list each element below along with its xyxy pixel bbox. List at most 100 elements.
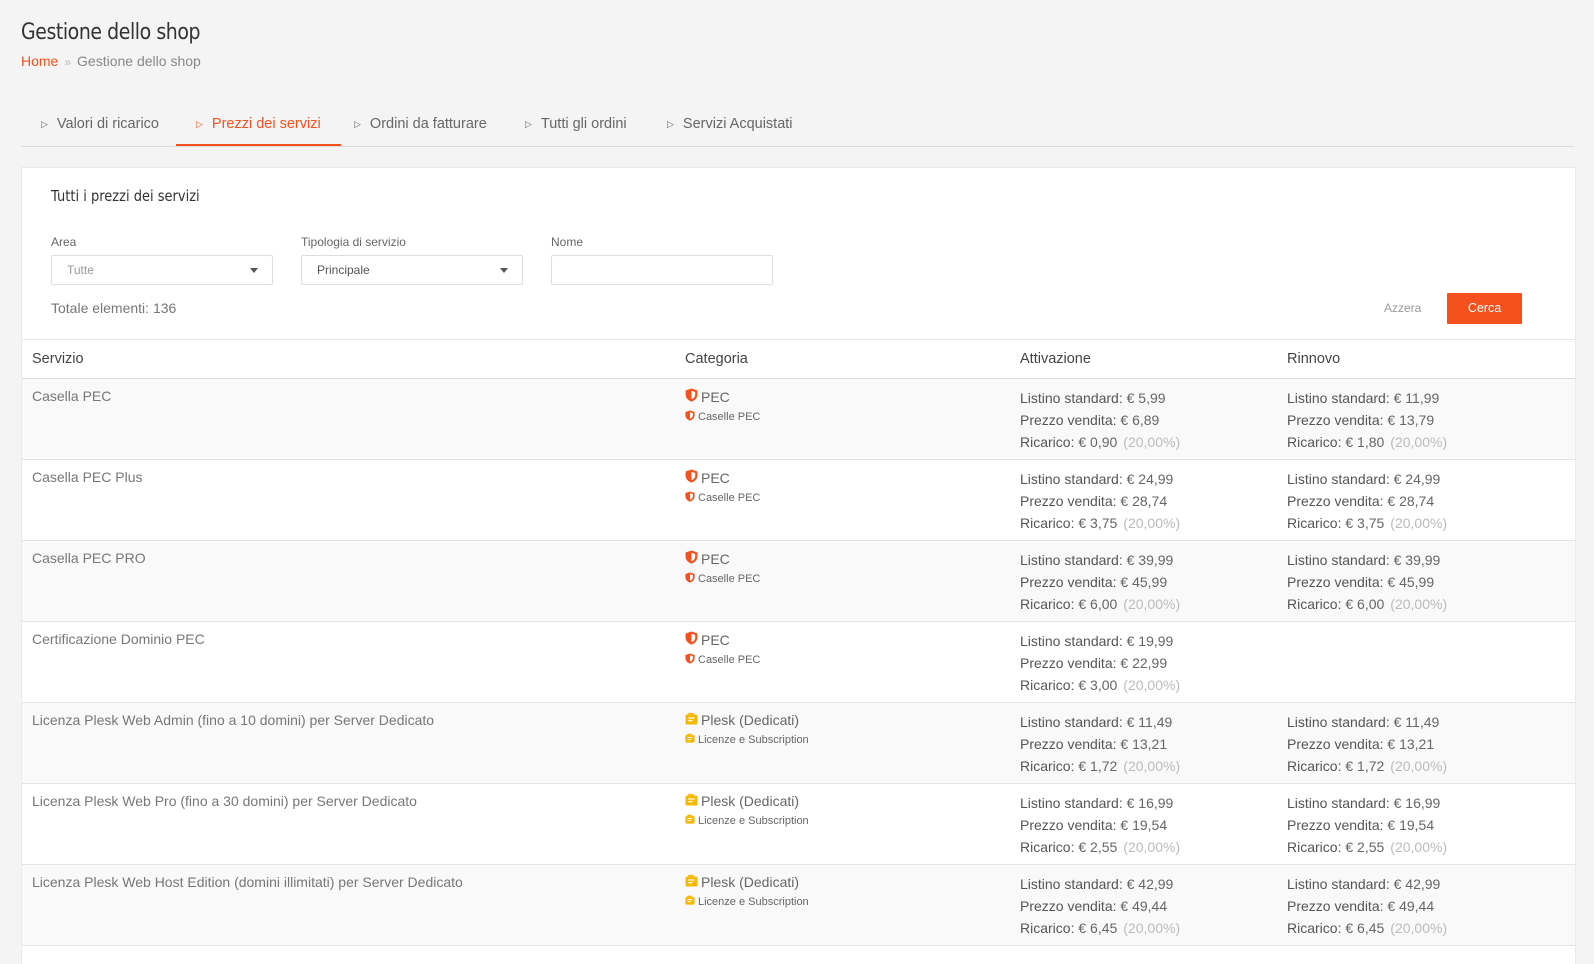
shield-icon [685, 410, 695, 424]
price-label: Ricarico: [1020, 433, 1075, 450]
tab-tutti-gli-ordini[interactable]: ▷ Tutti gli ordini [505, 104, 647, 144]
tab-label: Ordini da fatturare [369, 116, 487, 132]
tab-label: Valori di ricarico [56, 116, 159, 132]
service-name[interactable]: Licenza Plesk Web Host Edition (domini i… [32, 874, 463, 890]
cell-servizio: Licenza Plesk Web Pro (fino a 30 domini)… [22, 783, 675, 865]
breadcrumb-home-link[interactable]: Home [21, 53, 58, 69]
nome-field[interactable] [551, 255, 773, 285]
price-value: € 24,99 [1393, 471, 1441, 487]
tab-ordini-da-fatturare[interactable]: ▷ Ordini da fatturare [334, 104, 507, 144]
price-value: € 45,99 [1387, 573, 1435, 590]
table-row[interactable]: Casella PEC PRO PEC Caselle PEC Listino … [22, 540, 1575, 622]
price-label: Ricarico: [1020, 514, 1075, 531]
category-label: PEC [701, 550, 730, 567]
category: PEC [685, 388, 1010, 405]
price-vendita: Prezzo vendita: € 22,99 [1020, 653, 1277, 675]
table-row[interactable]: Licenza Plesk Web Admin (fino a 10 domin… [22, 702, 1575, 784]
service-name[interactable]: Casella PEC Plus [32, 469, 143, 485]
reset-button[interactable]: Azzera [1384, 301, 1421, 315]
table-row[interactable]: Licenza Plesk Web Pro (fino a 30 domini)… [22, 783, 1575, 865]
shield-icon [685, 550, 698, 567]
price-label: Ricarico: [1020, 757, 1075, 774]
price-vendita: Prezzo vendita: € 28,74 [1020, 491, 1277, 513]
cell-categoria: Plesk (Dedicati) Licenze e Subscription [675, 783, 1010, 865]
card-title: Tutti i prezzi dei servizi [51, 187, 200, 205]
table-row[interactable]: Casella PEC PEC Caselle PEC Listino stan… [22, 378, 1575, 460]
search-button[interactable]: Cerca [1447, 293, 1522, 324]
price-label: Listino standard: [1020, 714, 1123, 730]
price-value: € 19,54 [1387, 816, 1435, 833]
price-label: Ricarico: [1287, 838, 1342, 855]
price-label: Prezzo vendita: [1287, 816, 1384, 833]
price-ricarico: Ricarico: € 6,00 (20,00%) [1020, 594, 1277, 616]
price-label: Listino standard: [1287, 714, 1390, 730]
nome-input[interactable] [552, 256, 772, 284]
subcategory-label: Caselle PEC [698, 492, 761, 504]
price-ricarico: Ricarico: € 3,75 (20,00%) [1020, 513, 1277, 535]
price-label: Prezzo vendita: [1020, 897, 1117, 914]
price-value: € 11,99 [1393, 390, 1440, 406]
cell-attivazione: Listino standard: € 42,99 Prezzo vendita… [1010, 864, 1277, 946]
cell-attivazione: Listino standard: € 24,99 Prezzo vendita… [1010, 459, 1277, 541]
price-value: € 1,72 [1078, 757, 1118, 774]
total-count: 136 [152, 300, 177, 316]
price-value: € 5,99 [1126, 390, 1166, 406]
price-value: € 49,44 [1120, 897, 1168, 914]
price-value: € 1,80 [1345, 433, 1385, 450]
service-name[interactable]: Licenza Plesk Web Admin (fino a 10 domin… [32, 712, 434, 728]
price-value: € 45,99 [1120, 573, 1168, 590]
subcategory: Caselle PEC [685, 491, 1010, 505]
service-name[interactable]: Licenza Plesk Web Pro (fino a 30 domini)… [32, 793, 417, 809]
price-listino: Listino standard: € 42,99 [1020, 874, 1277, 896]
price-ricarico: Ricarico: € 2,55 (20,00%) [1020, 837, 1277, 859]
price-listino: Listino standard: € 11,99 [1287, 388, 1575, 410]
column-header-rinnovo[interactable]: Rinnovo [1277, 339, 1575, 379]
service-name[interactable]: Casella PEC PRO [32, 550, 146, 566]
tipologia-select[interactable]: Principale [301, 255, 523, 285]
tab-servizi-acquistati[interactable]: ▷ Servizi Acquistati [647, 104, 813, 144]
markup-percent: (20,00%) [1123, 838, 1181, 855]
category: PEC [685, 469, 1010, 486]
cell-categoria: Plesk (Dedicati) Licenze e Subscription [675, 702, 1010, 784]
price-vendita: Prezzo vendita: € 13,79 [1287, 410, 1575, 432]
price-value: € 42,99 [1126, 876, 1174, 892]
area-select[interactable]: Tutte [51, 255, 273, 285]
price-value: € 2,55 [1078, 838, 1118, 855]
price-vendita: Prezzo vendita: € 19,54 [1287, 815, 1575, 837]
cell-rinnovo: Listino standard: € 11,49 Prezzo vendita… [1277, 702, 1575, 784]
subcategory-label: Licenze e Subscription [698, 895, 809, 908]
cell-categoria: PEC Caselle PEC [675, 378, 1010, 460]
table-row[interactable]: Licenza Plesk Web Host Edition (domini i… [22, 864, 1575, 946]
license-icon [685, 895, 695, 908]
table-row[interactable]: Certificazione Dominio PEC PEC Caselle P… [22, 621, 1575, 703]
cell-categoria: PEC Caselle PEC [675, 540, 1010, 622]
column-header-servizio[interactable]: Servizio [22, 339, 675, 379]
price-value: € 6,89 [1120, 411, 1160, 428]
tab-label: Tutti gli ordini [540, 116, 627, 132]
shield-icon [685, 572, 695, 586]
category-label: PEC [701, 469, 730, 486]
price-listino: Listino standard: € 42,99 [1287, 874, 1575, 896]
column-header-categoria[interactable]: Categoria [675, 339, 1010, 379]
price-ricarico: Ricarico: € 3,00 (20,00%) [1020, 675, 1277, 697]
tab-prezzi-dei-servizi[interactable]: ▷ Prezzi dei servizi [176, 104, 341, 146]
tipologia-select-value: Principale [317, 263, 370, 277]
service-name[interactable]: Certificazione Dominio PEC [32, 631, 205, 647]
subcategory: Licenze e Subscription [685, 733, 1010, 746]
table-row[interactable]: Casella PEC Plus PEC Caselle PEC Listino… [22, 459, 1575, 541]
category: PEC [685, 631, 1010, 648]
category: Plesk (Dedicati) [685, 874, 1010, 890]
price-vendita: Prezzo vendita: € 19,54 [1020, 815, 1277, 837]
tab-valori-di-ricarico[interactable]: ▷ Valori di ricarico [21, 104, 179, 144]
markup-percent: (20,00%) [1123, 433, 1181, 450]
price-label: Ricarico: [1287, 757, 1342, 774]
service-name[interactable]: Casella PEC [32, 388, 111, 404]
price-label: Ricarico: [1287, 595, 1342, 612]
price-label: Ricarico: [1287, 514, 1342, 531]
caret-right-icon: ▷ [667, 119, 674, 129]
price-vendita: Prezzo vendita: € 45,99 [1287, 572, 1575, 594]
subcategory: Licenze e Subscription [685, 895, 1010, 908]
cell-servizio: Casella PEC [22, 378, 675, 460]
column-header-attivazione[interactable]: Attivazione [1010, 339, 1277, 379]
price-value: € 24,99 [1126, 471, 1174, 487]
